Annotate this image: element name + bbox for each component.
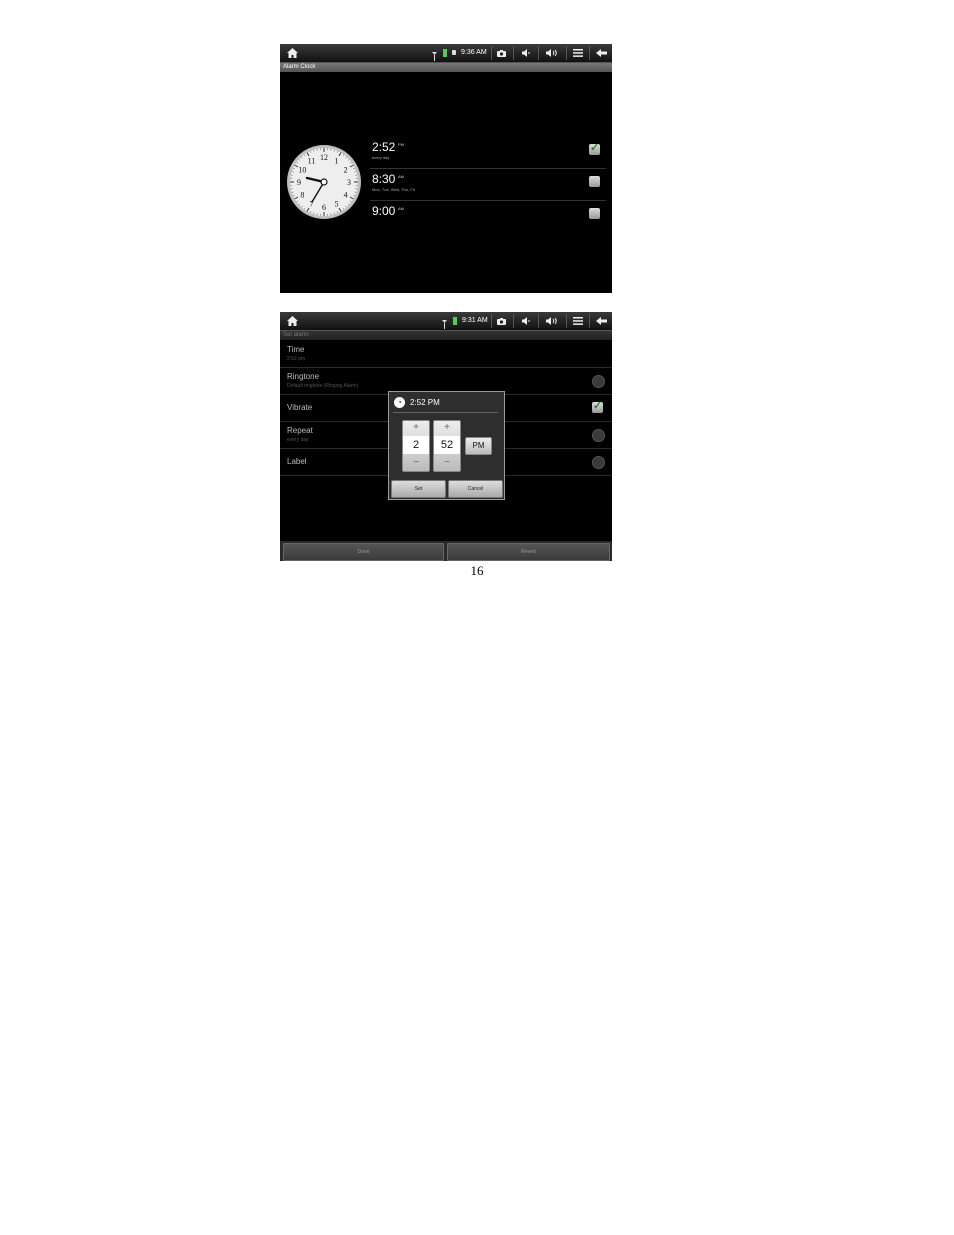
alarm-ampm: AM [398, 206, 404, 211]
clock-numeral: 9 [297, 178, 301, 187]
setting-label: Repeat [287, 426, 313, 435]
dialog-title: 2:52 PM [410, 398, 440, 407]
alarm-enabled-checkbox[interactable] [589, 208, 600, 219]
revert-button[interactable]: Revert [447, 543, 610, 561]
status-bar: 9:31 AM [280, 312, 612, 331]
battery-icon [453, 317, 457, 325]
back-icon[interactable] [594, 312, 608, 330]
chevron-down-icon [592, 375, 605, 388]
camera-icon[interactable] [494, 44, 508, 62]
setting-label: Vibrate [287, 403, 313, 412]
clock-numeral: 2 [344, 166, 348, 175]
camera-icon[interactable] [494, 312, 508, 330]
vibrate-checkbox[interactable]: ✓ [592, 400, 603, 413]
clock-numeral: 8 [300, 191, 304, 200]
clock-numeral: 3 [347, 178, 351, 187]
minute-spinner: + 52 − [433, 420, 461, 472]
clock-numeral: 1 [335, 156, 339, 165]
home-icon[interactable] [284, 312, 300, 330]
setting-value: 2:52 pm [287, 356, 306, 362]
cancel-button[interactable]: Cancel [448, 480, 503, 498]
home-icon[interactable] [284, 44, 300, 62]
setting-value: Default ringtone (Ringing Alarm) [287, 383, 359, 389]
time-picker-dialog: ◔ 2:52 PM + 2 − + 52 − PM Set Cancel [388, 391, 505, 500]
volume-up-icon[interactable] [544, 44, 560, 62]
minute-increment-button[interactable]: + [434, 421, 460, 434]
alarm-time: 2:52 [372, 140, 396, 154]
title-bar: Alarm Clock [280, 63, 612, 72]
lock-icon [452, 50, 456, 55]
clock-numeral: 5 [335, 200, 339, 209]
clock-numeral: 12 [320, 153, 328, 162]
volume-down-icon[interactable] [519, 44, 533, 62]
wifi-icon [442, 316, 447, 329]
alarm-item[interactable]: 8:30 AM Mon, Tue, Wed, Thu, Fri [370, 169, 606, 201]
alarm-time: 9:00 [372, 204, 396, 218]
alarm-enabled-checkbox[interactable] [589, 176, 600, 187]
menu-icon[interactable] [571, 44, 585, 62]
bottom-bar: Done Revert [280, 541, 612, 561]
chevron-down-icon [592, 456, 605, 469]
alarm-item[interactable]: 2:52 PM every day ✓ [370, 137, 606, 169]
page-number: 16 [470, 563, 484, 578]
menu-icon[interactable] [571, 312, 585, 330]
alarm-ampm: PM [398, 142, 404, 147]
analog-clock: 12 1234567891011 [287, 145, 361, 219]
volume-down-icon[interactable] [519, 312, 533, 330]
setting-label: Label [287, 457, 307, 466]
alarm-clock-screenshot: 9:36 AM Alarm Clock 12 1 2 3 4 5 6 7 8 9 10 11 [280, 44, 612, 293]
setting-time[interactable]: Time 2:52 pm [280, 341, 612, 368]
alarm-enabled-checkbox[interactable]: ✓ [589, 142, 600, 155]
status-time: 9:31 AM [462, 317, 488, 324]
wifi-icon [432, 48, 437, 61]
done-button[interactable]: Done [283, 543, 444, 561]
screen-title: Alarm Clock [283, 64, 316, 70]
battery-icon [443, 49, 447, 57]
minute-value[interactable]: 52 [434, 436, 460, 454]
alarm-time: 8:30 [372, 172, 396, 186]
alarm-item[interactable]: 9:00 AM [370, 201, 606, 232]
clock-numeral: 6 [322, 203, 326, 212]
set-button[interactable]: Set [391, 480, 446, 498]
setting-label: Ringtone [287, 372, 320, 381]
ampm-toggle-button[interactable]: PM [465, 437, 492, 455]
hour-value[interactable]: 2 [403, 436, 429, 454]
status-bar: 9:36 AM [280, 44, 612, 63]
minute-decrement-button[interactable]: − [434, 456, 460, 470]
volume-up-icon[interactable] [544, 312, 560, 330]
title-bar: Set alarm [280, 331, 612, 340]
status-time: 9:36 AM [461, 49, 487, 56]
alarm-ampm: AM [398, 174, 404, 179]
hour-spinner: + 2 − [402, 420, 430, 472]
setting-label: Time [287, 345, 305, 354]
clock-numeral: 11 [308, 156, 316, 165]
clock-numeral: 4 [344, 191, 348, 200]
chevron-down-icon [592, 429, 605, 442]
back-icon[interactable] [594, 44, 608, 62]
screen-title: Set alarm [283, 332, 309, 338]
set-alarm-screenshot: 9:31 AM Set alarm Time 2:52 pm Ringtone … [280, 312, 612, 561]
hour-increment-button[interactable]: + [403, 421, 429, 434]
hour-decrement-button[interactable]: − [403, 456, 429, 470]
alarm-repeat: every day [372, 155, 390, 160]
clock-numeral: 10 [298, 166, 306, 175]
setting-value: every day [287, 437, 309, 443]
alarm-repeat: Mon, Tue, Wed, Thu, Fri [372, 187, 415, 192]
clock-icon: ◔ [394, 397, 405, 408]
